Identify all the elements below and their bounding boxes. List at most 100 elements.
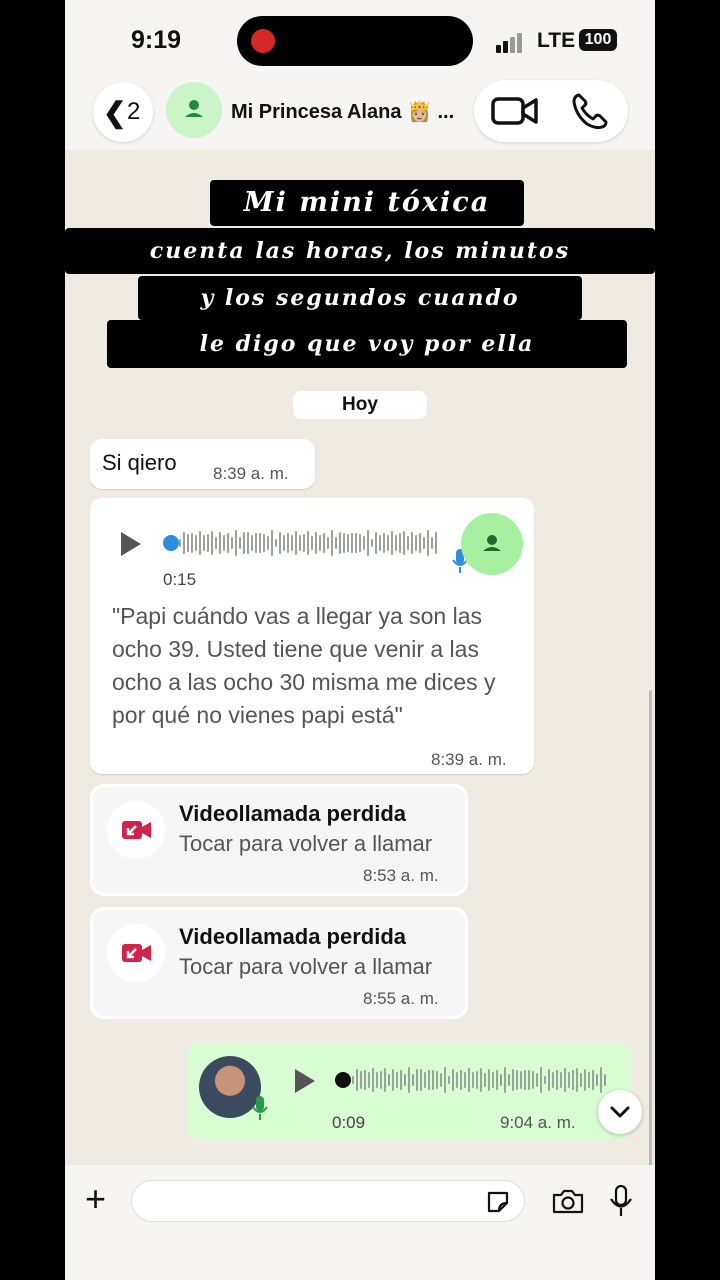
waveform-bar <box>384 1067 386 1093</box>
waveform-bar <box>572 1070 574 1090</box>
playback-position-dot[interactable] <box>163 535 179 551</box>
waveform-bar <box>235 530 237 556</box>
plus-icon[interactable]: + <box>85 1181 106 1217</box>
waveform-bar <box>203 534 205 552</box>
voice-duration: 0:09 <box>332 1113 366 1132</box>
overlay-caption-line-2: cuenta las horas, los minutos <box>65 228 655 274</box>
play-icon[interactable] <box>295 1069 315 1093</box>
waveform-bar <box>356 1068 358 1092</box>
video-call-icon[interactable] <box>490 93 540 129</box>
waveform-bar <box>484 1073 486 1087</box>
waveform-bar <box>404 1073 406 1087</box>
waveform-bar <box>399 533 401 553</box>
scroll-to-bottom-button[interactable] <box>598 1090 642 1134</box>
waveform-bar <box>347 534 349 552</box>
waveform-bar <box>468 1068 470 1092</box>
waveform-bar <box>480 1067 482 1093</box>
call-actions <box>474 80 628 142</box>
waveform-bar <box>343 532 345 554</box>
call-subtitle: Tocar para volver a llamar <box>179 831 433 856</box>
phone-call-icon[interactable] <box>570 91 610 131</box>
camera-icon[interactable] <box>551 1187 585 1215</box>
missed-video-call-icon <box>122 821 151 839</box>
unread-count: 2 <box>127 98 141 125</box>
missed-video-call[interactable]: Videollamada perdida Tocar para volver a… <box>90 784 468 896</box>
waveform-bar <box>375 531 377 555</box>
waveform-bar <box>223 535 225 551</box>
message-text: Si qiero <box>102 450 177 475</box>
dynamic-island <box>237 16 473 66</box>
waveform-bar <box>444 1067 446 1093</box>
waveform-bar <box>564 1067 566 1093</box>
waveform-bar <box>323 533 325 553</box>
waveform-bar <box>415 534 417 552</box>
waveform-bar <box>452 1068 454 1092</box>
waveform-bar <box>403 531 405 555</box>
sticker-icon[interactable] <box>485 1189 511 1215</box>
waveform-bar <box>431 537 433 549</box>
waveform-bar <box>420 1069 422 1091</box>
chevron-down-icon <box>610 1106 630 1118</box>
chat-area[interactable]: Mi mini tóxica cuenta las horas, los min… <box>65 150 655 1198</box>
waveform-bar <box>552 1071 554 1089</box>
waveform-bar <box>580 1073 582 1087</box>
waveform-bar <box>504 1067 506 1093</box>
contact-avatar[interactable] <box>166 82 222 138</box>
waveform-bar <box>387 534 389 552</box>
playback-position-dot[interactable] <box>335 1072 351 1088</box>
waveform-bar <box>179 539 181 547</box>
call-title: Videollamada perdida <box>179 924 407 949</box>
waveform-bar <box>295 531 297 555</box>
waveform-bar <box>211 530 213 556</box>
message-time: 9:04 a. m. <box>500 1113 576 1132</box>
waveform-bar <box>291 534 293 552</box>
play-icon[interactable] <box>121 532 141 556</box>
mic-icon[interactable] <box>609 1184 633 1218</box>
voice-duration: 0:15 <box>163 570 197 589</box>
waveform-bar <box>556 1070 558 1090</box>
message-time: 8:53 a. m. <box>363 866 439 885</box>
waveform-bar <box>548 1068 550 1092</box>
waveform-bar <box>371 538 373 548</box>
missed-video-call[interactable]: Videollamada perdida Tocar para volver a… <box>90 907 468 1019</box>
waveform-bar <box>335 537 337 549</box>
back-button[interactable]: ❮ 2 <box>93 82 153 142</box>
battery-icon: 100 <box>579 29 617 51</box>
missed-video-call-icon <box>122 944 151 962</box>
waveform-bar <box>524 1070 526 1090</box>
contact-name[interactable]: Mi Princesa Alana 👸🏼 ... <box>231 99 454 124</box>
waveform-bar <box>584 1068 586 1092</box>
waveform-bar <box>532 1070 534 1090</box>
waveform-bar <box>215 536 217 550</box>
waveform-bar <box>271 530 273 556</box>
missed-call-icon-wrap <box>107 924 165 982</box>
waveform-bar <box>352 1076 354 1084</box>
contact-avatar-icon <box>483 535 501 551</box>
waveform-bar <box>368 1071 370 1089</box>
waveform-bar <box>411 531 413 555</box>
composer-bar: + <box>65 1165 655 1280</box>
waveform-bar <box>259 532 261 554</box>
message-input[interactable] <box>131 1180 525 1222</box>
waveform-bar <box>516 1069 518 1091</box>
waveform-bar <box>207 533 209 553</box>
waveform-bar <box>247 532 249 554</box>
incoming-voice-message[interactable]: 0:15 "Papi cuándo vas a llegar ya son la… <box>90 498 534 774</box>
waveform-bar <box>331 530 333 556</box>
overlay-caption-line-1: Mi mini tóxica <box>210 180 524 226</box>
chat-scrollbar[interactable] <box>649 690 652 1198</box>
waveform-bar <box>307 530 309 556</box>
waveform-bar <box>239 536 241 550</box>
waveform-bar <box>255 532 257 554</box>
waveform-bar <box>351 533 353 553</box>
waveform-bar <box>428 1069 430 1091</box>
outgoing-voice-message[interactable]: 0:09 9:04 a. m. <box>187 1043 632 1139</box>
waveform-bar <box>379 534 381 552</box>
voice-transcript: "Papi cuándo vas a llegar ya son las och… <box>112 603 496 728</box>
waveform-bar <box>359 533 361 553</box>
voice-waveform[interactable] <box>179 528 439 558</box>
waveform-bar <box>540 1067 542 1093</box>
waveform-bar <box>588 1071 590 1089</box>
voice-waveform[interactable] <box>352 1065 608 1095</box>
incoming-text-message[interactable]: Si qiero 8:39 a. m. <box>90 439 315 489</box>
